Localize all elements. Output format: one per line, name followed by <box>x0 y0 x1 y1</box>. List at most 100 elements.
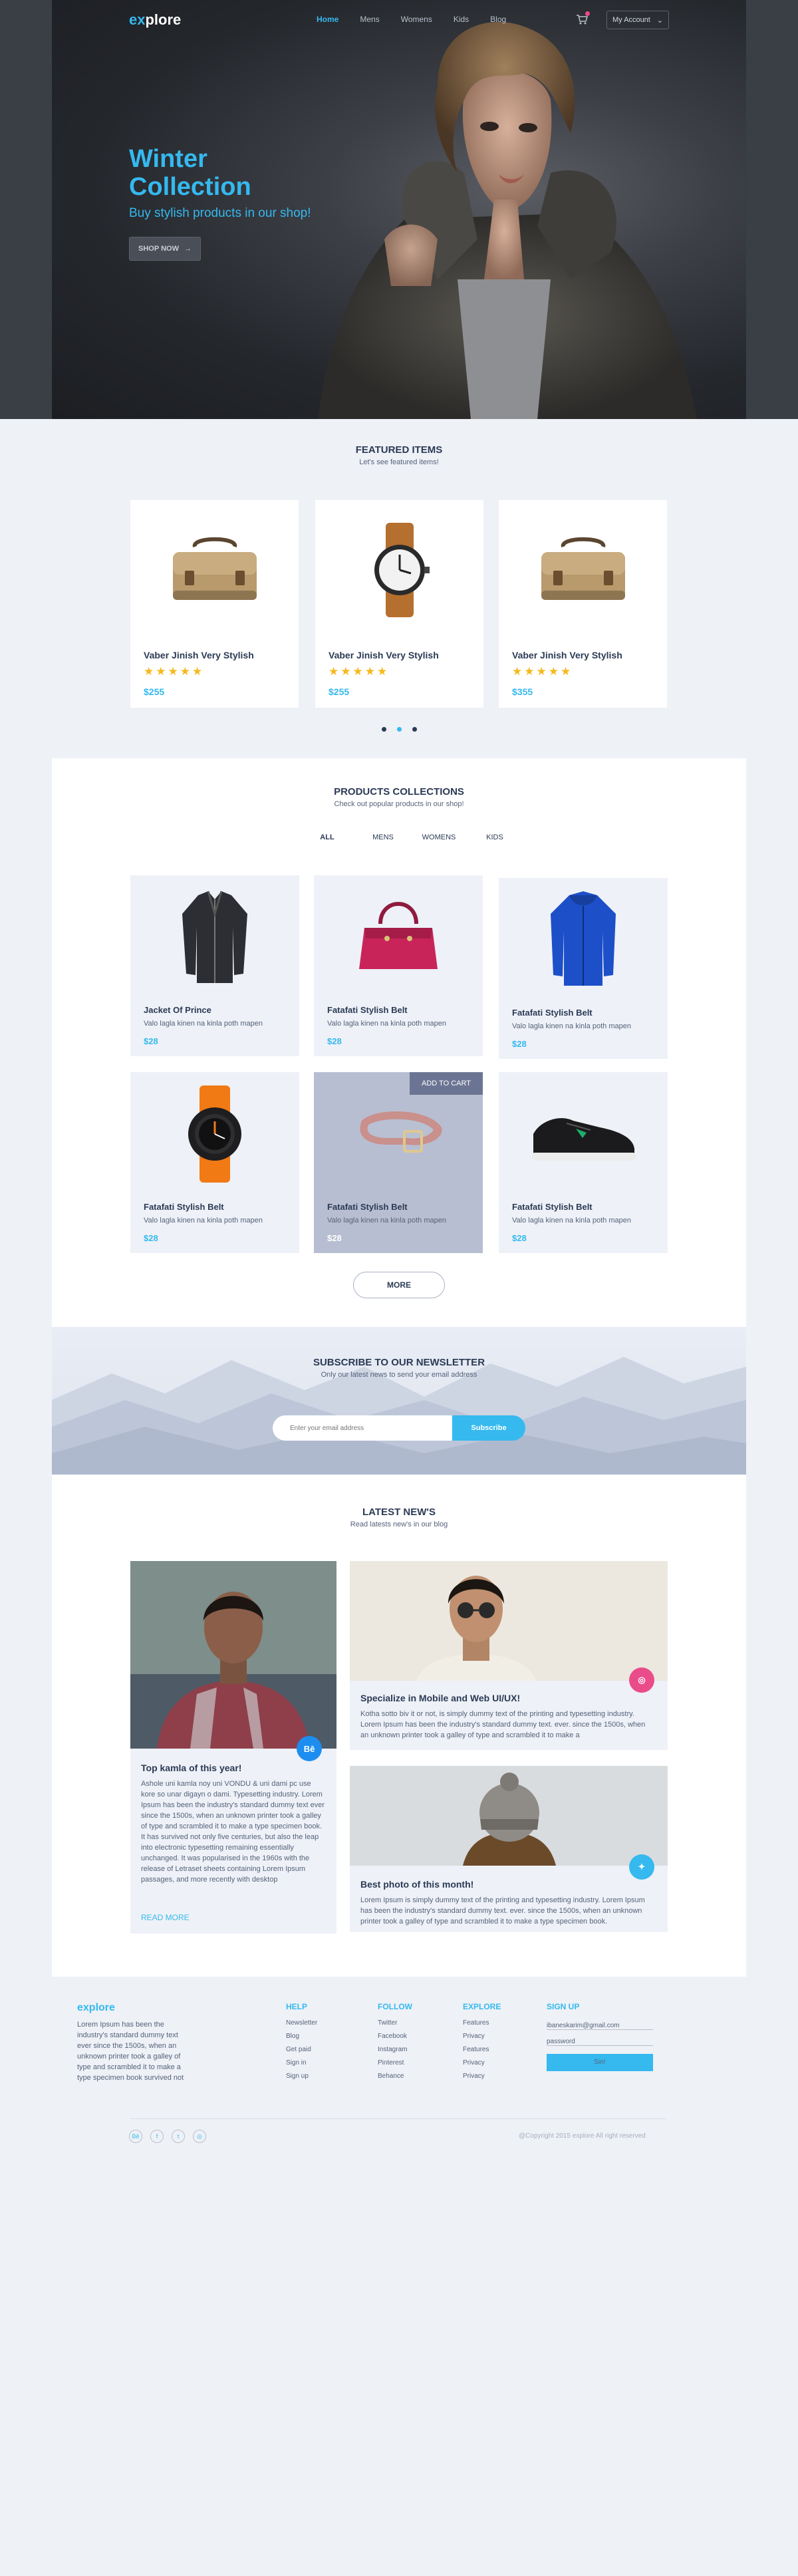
top-nav: explore Home Mens Womens Kids Blog My Ac… <box>52 0 746 40</box>
featured-card[interactable]: Vaber Jinish Very Stylish ★★★★★ $255 <box>315 500 483 708</box>
signup-email-field[interactable]: ibaneskarim@gmail.com <box>547 2017 653 2030</box>
twitter-icon[interactable]: ✦ <box>629 1854 654 1880</box>
cart-icon[interactable] <box>576 11 590 25</box>
hero-side-right <box>746 0 798 419</box>
email-field[interactable] <box>273 1415 452 1441</box>
footer-link[interactable]: Behance <box>378 2070 412 2083</box>
footer-link[interactable]: Blog <box>286 2030 317 2043</box>
filter-all[interactable]: ALL <box>299 833 355 841</box>
featured-card[interactable]: Vaber Jinish Very Stylish ★★★★★ $255 <box>130 500 299 708</box>
nav-link-blog[interactable]: Blog <box>490 15 506 24</box>
news-post[interactable]: ◎ Specialize in Mobile and Web UI/UX! Ko… <box>350 1561 668 1750</box>
dribbble-icon[interactable]: ◎ <box>629 1667 654 1693</box>
featured-header: FEATURED ITEMS Let's see featured items! <box>0 444 798 466</box>
product-desc: Valo lagla kinen na kinla poth mapen <box>144 1020 263 1028</box>
footer-help-title: HELP <box>286 2002 308 2011</box>
page: explore Home Mens Womens Kids Blog My Ac… <box>0 0 798 2576</box>
hero-title: Winter Collection <box>129 145 251 201</box>
hero-side-left <box>0 0 52 419</box>
nav-link-kids[interactable]: Kids <box>454 15 469 24</box>
post-title: Best photo of this month! <box>360 1879 474 1890</box>
more-button[interactable]: MORE <box>353 1272 445 1298</box>
footer-about: Lorem Ipsum has been the industry's stan… <box>77 2021 184 2082</box>
product-card-hovered[interactable]: ADD TO CART Fatafati Stylish Belt Valo l… <box>314 1072 483 1253</box>
footer-link[interactable]: Facebook <box>378 2030 412 2043</box>
news-post[interactable]: ✦ Best photo of this month! Lorem Ipsum … <box>350 1766 668 1932</box>
footer-link[interactable]: Privacy <box>463 2070 501 2083</box>
footer-link[interactable]: Pinterest <box>378 2057 412 2070</box>
rating-stars: ★★★★★ <box>512 665 573 678</box>
cart-badge <box>585 11 590 16</box>
twitter-icon[interactable]: t <box>172 2130 185 2143</box>
behance-icon[interactable]: Bē <box>129 2130 142 2143</box>
filter-mens[interactable]: MENS <box>355 833 411 841</box>
product-card[interactable]: Fatafati Stylish Belt Valo lagla kinen n… <box>499 1072 668 1253</box>
footer-link[interactable]: Privacy <box>463 2030 501 2043</box>
footer-follow: FOLLOW Twitter Facebook Instagram Pinter… <box>378 2002 412 2083</box>
product-price: $28 <box>144 1036 158 1046</box>
shop-now-button[interactable]: SHOP NOW → <box>129 237 201 261</box>
my-account-dropdown[interactable]: My Account ⌄ <box>606 11 669 29</box>
featured-item-name: Vaber Jinish Very Stylish <box>512 650 622 660</box>
footer-link[interactable]: Features <box>463 2017 501 2030</box>
carousel-dot-active[interactable] <box>397 727 402 732</box>
logo-part-ex: ex <box>129 11 146 28</box>
messenger-bag-icon <box>499 500 667 640</box>
footer-link[interactable]: Privacy <box>463 2057 501 2070</box>
newsletter-title: SUBSCRIBE TO OUR NEWSLETTER <box>313 1357 485 1368</box>
facebook-icon[interactable]: f <box>150 2130 164 2143</box>
signup-button[interactable]: Sin! <box>547 2054 653 2071</box>
footer-logo[interactable]: explore <box>77 2002 115 2014</box>
product-price: $28 <box>512 1233 527 1243</box>
footer-link[interactable]: Instagram <box>378 2043 412 2057</box>
read-more-link[interactable]: READ MORE <box>141 1913 190 1922</box>
nav-link-womens[interactable]: Womens <box>401 15 432 24</box>
news-title: LATEST NEW'S <box>362 1506 436 1518</box>
hero-inner: explore Home Mens Womens Kids Blog My Ac… <box>52 0 746 419</box>
news-post[interactable]: Bē Top kamla of this year! Ashole uni ka… <box>130 1561 336 1933</box>
footer-link[interactable]: Newsletter <box>286 2017 317 2030</box>
nav-link-mens[interactable]: Mens <box>360 15 379 24</box>
footer-link[interactable]: Twitter <box>378 2017 412 2030</box>
footer-link[interactable]: Sign up <box>286 2070 317 2083</box>
newsletter-form: Subscribe <box>273 1415 525 1441</box>
footer-link[interactable]: Features <box>463 2043 501 2057</box>
hero-title-line1: Winter <box>129 145 207 173</box>
news-subtitle: Read latests new's in our blog <box>350 1520 448 1528</box>
add-to-cart-button[interactable]: ADD TO CART <box>410 1072 483 1095</box>
product-card[interactable]: Fatafati Stylish Belt Valo lagla kinen n… <box>499 878 668 1059</box>
dribbble-icon[interactable]: ◎ <box>193 2130 206 2143</box>
nav-link-home[interactable]: Home <box>317 15 338 24</box>
product-desc: Valo lagla kinen na kinla poth mapen <box>327 1020 446 1028</box>
carousel-dot[interactable] <box>412 727 417 732</box>
arrow-right-icon: → <box>184 245 192 253</box>
behance-icon[interactable]: Bē <box>297 1736 322 1761</box>
blue-jacket-icon <box>499 878 668 1001</box>
hero-banner: explore Home Mens Womens Kids Blog My Ac… <box>0 0 798 419</box>
footer-socials: Bē f t ◎ <box>129 2130 206 2143</box>
filter-womens[interactable]: WOMENS <box>411 833 467 841</box>
product-name: Fatafati Stylish Belt <box>327 1005 408 1015</box>
subscribe-button[interactable]: Subscribe <box>452 1415 525 1441</box>
carousel-dot[interactable] <box>382 727 386 732</box>
product-card[interactable]: Fatafati Stylish Belt Valo lagla kinen n… <box>130 1072 299 1253</box>
product-name: Fatafati Stylish Belt <box>512 1008 593 1018</box>
featured-item-name: Vaber Jinish Very Stylish <box>144 650 254 660</box>
wristwatch-icon <box>315 500 483 640</box>
sneaker-icon <box>499 1072 668 1195</box>
featured-card[interactable]: Vaber Jinish Very Stylish ★★★★★ $355 <box>499 500 667 708</box>
product-card[interactable]: Jacket Of Prince Valo lagla kinen na kin… <box>130 875 299 1056</box>
signup-password-field[interactable]: password <box>547 2033 653 2046</box>
product-filters: ALL MENS WOMENS KIDS <box>299 833 523 841</box>
footer-link[interactable]: Sign in <box>286 2057 317 2070</box>
footer-signup: SIGN UP ibaneskarim@gmail.com password S… <box>547 2002 653 2071</box>
footer-link[interactable]: Get paid <box>286 2043 317 2057</box>
filter-kids[interactable]: KIDS <box>467 833 523 841</box>
leather-jacket-icon <box>130 875 299 998</box>
product-name: Fatafati Stylish Belt <box>327 1202 408 1212</box>
logo[interactable]: explore <box>129 11 181 29</box>
featured-title: FEATURED ITEMS <box>355 444 443 456</box>
product-card[interactable]: Fatafati Stylish Belt Valo lagla kinen n… <box>314 875 483 1056</box>
post-photo-sunglasses <box>350 1561 668 1681</box>
post-title: Top kamla of this year! <box>141 1763 242 1773</box>
